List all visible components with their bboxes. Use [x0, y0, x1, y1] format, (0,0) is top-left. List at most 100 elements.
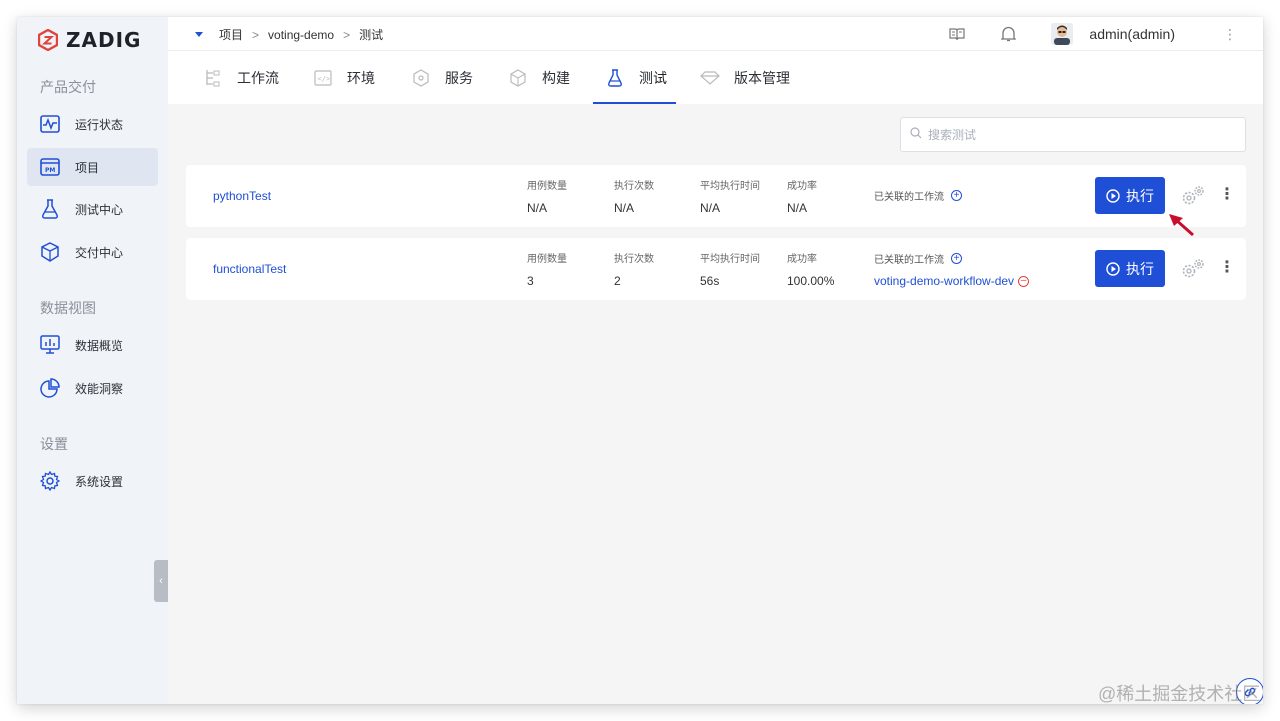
remove-workflow-icon[interactable]: –: [1018, 275, 1030, 287]
tab-workflow[interactable]: 工作流: [203, 51, 279, 104]
watermark: @稀土掘金技术社区: [1098, 684, 1261, 704]
workflow-link[interactable]: voting-demo-workflow-dev: [874, 274, 1014, 288]
red-arrow-annotation-icon: [1169, 214, 1194, 237]
metric-label: 平均执行时间: [700, 181, 760, 192]
sidebar-item-data-overview[interactable]: 数据概览: [27, 326, 158, 364]
play-circle-icon: [1106, 188, 1120, 203]
sidebar-item-label: 数据概览: [75, 338, 124, 353]
brand-name: ZADIG: [66, 28, 142, 52]
gear-icon: [39, 470, 61, 492]
tab-test[interactable]: 测试: [605, 51, 667, 104]
sidebar-item-label: 项目: [75, 160, 100, 175]
service-icon: [411, 68, 431, 88]
breadcrumb-separator: >: [252, 27, 260, 42]
linked-workflows: 已关联的工作流 + voting-demo-workflow-dev –: [874, 251, 1030, 288]
environment-icon: </>: [313, 68, 333, 88]
chevron-left-icon: ‹: [159, 575, 163, 587]
metric-label: 用例数量: [527, 181, 567, 192]
test-name-link[interactable]: pythonTest: [213, 189, 271, 203]
run-test-button[interactable]: 执行: [1095, 177, 1165, 214]
dashboard-monitor-icon: [39, 334, 61, 356]
run-test-button[interactable]: 执行: [1095, 250, 1165, 287]
zadig-logo-icon: [38, 29, 58, 51]
sidebar-item-insights[interactable]: 效能洞察: [27, 369, 158, 407]
book-icon[interactable]: [947, 24, 967, 44]
section-title-data-view: 数据视图: [40, 300, 96, 316]
metric-avg-time: 平均执行时间 N/A: [700, 177, 760, 215]
more-vertical-icon[interactable]: ⋮: [1223, 26, 1237, 43]
test-name-link[interactable]: functionalTest: [213, 262, 286, 276]
sidebar-item-label: 系统设置: [75, 474, 124, 489]
tab-version-management[interactable]: 版本管理: [700, 51, 790, 104]
metric-value: N/A: [614, 201, 635, 215]
tab-build[interactable]: 构建: [508, 51, 570, 104]
run-button-label: 执行: [1126, 260, 1154, 277]
metric-label: 执行次数: [614, 181, 654, 192]
test-card-python: pythonTest 用例数量 N/A 执行次数 N/A 平均执行时间 N/A …: [186, 165, 1246, 227]
project-pm-icon: PM: [39, 156, 61, 178]
workflow-icon: [203, 68, 223, 88]
user-name[interactable]: admin(admin): [1089, 26, 1175, 42]
metric-value: 100.00%: [787, 274, 835, 288]
active-tab-indicator: [593, 102, 676, 104]
linked-workflows-title: 已关联的工作流: [874, 255, 944, 266]
metric-runs: 执行次数 2: [614, 250, 654, 288]
section-title-delivery: 产品交付: [40, 79, 96, 95]
sidebar-item-label: 运行状态: [75, 117, 124, 132]
linked-workflows-title: 已关联的工作流: [874, 192, 944, 203]
avatar[interactable]: [1051, 23, 1074, 45]
settings-gears-icon[interactable]: [1180, 184, 1206, 208]
diamond-icon: [700, 68, 720, 88]
metric-value: N/A: [700, 201, 721, 215]
metric-value: N/A: [787, 201, 808, 215]
metric-label: 成功率: [787, 254, 817, 265]
bell-icon[interactable]: [998, 24, 1018, 44]
svg-text:</>: </>: [318, 75, 331, 83]
zadig-logo[interactable]: ZADIG: [38, 27, 141, 53]
add-workflow-icon[interactable]: +: [951, 190, 962, 201]
section-title-settings: 设置: [40, 436, 68, 452]
metric-cases: 用例数量 3: [527, 250, 567, 288]
tab-label: 服务: [445, 69, 473, 86]
tab-service[interactable]: 服务: [411, 51, 473, 104]
linked-workflows-label: 已关联的工作流 +: [874, 251, 1029, 266]
sidebar-item-test-center[interactable]: 测试中心: [27, 190, 158, 228]
tab-label: 版本管理: [734, 69, 790, 86]
sidebar-item-system-settings[interactable]: 系统设置: [27, 462, 158, 500]
tab-label: 工作流: [237, 69, 279, 86]
settings-gears-icon[interactable]: [1180, 257, 1206, 281]
tab-environment[interactable]: </> 环境: [313, 51, 375, 104]
test-card-functional: functionalTest 用例数量 3 执行次数 2 平均执行时间 56s …: [186, 238, 1246, 300]
sidebar-item-delivery-center[interactable]: 交付中心: [27, 233, 158, 271]
svg-text:PM: PM: [45, 167, 55, 174]
sidebar-item-label: 交付中心: [75, 245, 124, 260]
sidebar: ZADIG 产品交付 运行状态 PM 项目 测试中心 交付中心 数据视图 数据概…: [17, 17, 168, 704]
sidebar-item-project[interactable]: PM 项目: [27, 148, 158, 186]
run-button-label: 执行: [1126, 187, 1154, 204]
add-workflow-icon[interactable]: +: [951, 253, 962, 264]
metric-cases: 用例数量 N/A: [527, 177, 567, 215]
search-input[interactable]: [928, 127, 1228, 142]
caret-down-icon[interactable]: [195, 32, 203, 37]
metric-value: 3: [527, 274, 534, 288]
breadcrumb-item-test: 测试: [359, 28, 384, 42]
more-vertical-icon[interactable]: ⋮: [1219, 258, 1235, 278]
search-box[interactable]: [900, 117, 1246, 152]
more-vertical-icon[interactable]: ⋮: [1219, 185, 1235, 205]
cube-package-icon: [39, 241, 61, 263]
flask-icon: [605, 68, 625, 88]
linked-workflow-item[interactable]: voting-demo-workflow-dev –: [874, 274, 1030, 288]
metric-value: 2: [614, 274, 621, 288]
sidebar-collapse-handle[interactable]: ‹: [154, 560, 168, 602]
tab-label: 测试: [639, 69, 667, 86]
search-icon: [910, 126, 922, 144]
metric-success-rate: 成功率 N/A: [787, 177, 817, 215]
sidebar-item-status[interactable]: 运行状态: [27, 105, 158, 143]
tab-label: 构建: [542, 69, 570, 86]
breadcrumb-item-project[interactable]: 项目: [219, 26, 243, 43]
breadcrumb-item-voting-demo[interactable]: voting-demo: [268, 28, 334, 42]
flask-icon: [39, 198, 61, 220]
top-bar: 项目 > voting-demo > 测试 admin(admin) ⋮: [168, 17, 1263, 51]
breadcrumb-separator: >: [343, 27, 351, 42]
play-circle-icon: [1106, 261, 1120, 276]
